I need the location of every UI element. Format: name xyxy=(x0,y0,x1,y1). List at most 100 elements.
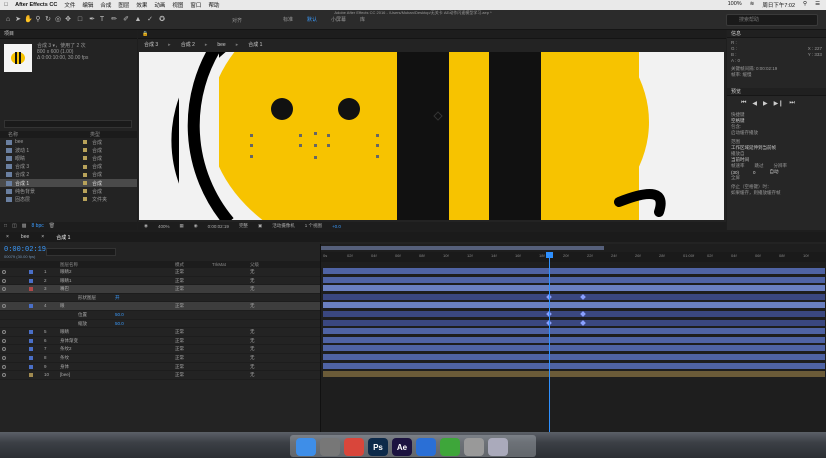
blend-mode-dropdown[interactable]: 正常 xyxy=(175,286,184,292)
layer-row[interactable]: 4 眼 正常 无 xyxy=(0,302,320,311)
roto-icon[interactable]: ✓ xyxy=(146,16,154,24)
viewer-timecode[interactable]: 0:00:02:19 xyxy=(208,224,229,229)
blend-mode-dropdown[interactable]: 正常 xyxy=(175,355,184,361)
visibility-eye-icon[interactable] xyxy=(2,304,6,309)
property-row[interactable]: 缩放 50.0 xyxy=(0,320,320,329)
clock[interactable]: 周日下午7:02 xyxy=(762,1,795,9)
layer-name[interactable]: 眼睛1 xyxy=(60,278,72,284)
comp-tab-1[interactable]: 合成 1 xyxy=(248,41,262,48)
col-trkmat[interactable]: TrkMat xyxy=(212,262,226,267)
playhead[interactable] xyxy=(549,252,550,432)
layer-name[interactable]: 眼 xyxy=(60,303,65,309)
workspace-libraries[interactable]: 库 xyxy=(360,16,365,23)
work-area-bar[interactable] xyxy=(321,246,604,250)
parent-dropdown[interactable]: 无 xyxy=(250,355,255,361)
parent-dropdown[interactable]: 无 xyxy=(250,338,255,344)
timeline-graph[interactable]: 0s 02f 04f 06f 08f 10f 12f 14f 16f 18f 20f 22f 24f 26… xyxy=(320,244,826,432)
project-panel-title[interactable]: 项目 xyxy=(0,30,137,39)
label-swatch[interactable] xyxy=(83,148,87,153)
menu-composition[interactable]: 合成 xyxy=(100,1,111,9)
layer-row[interactable]: 10 [bee] 正常 无 xyxy=(0,371,320,380)
layer-row[interactable]: 2 眼睛1 正常 无 xyxy=(0,277,320,286)
cache-checkbox[interactable]: 启动缓存播放 xyxy=(727,130,826,136)
pan-behind-icon[interactable]: ✥ xyxy=(64,16,72,24)
bpc-toggle[interactable]: 8 bpc xyxy=(32,223,44,229)
pen-icon[interactable]: ✒ xyxy=(88,16,96,24)
project-list-item[interactable]: 固态层 文件夹 xyxy=(0,195,137,203)
finder-icon[interactable] xyxy=(296,438,316,456)
project-list-item[interactable]: bee 合成 xyxy=(0,138,137,146)
blend-mode-dropdown[interactable]: 正常 xyxy=(175,372,184,378)
clone-icon[interactable]: ✐ xyxy=(122,16,130,24)
align-label[interactable]: 对齐 xyxy=(232,17,242,24)
aftereffects-icon[interactable]: Ae xyxy=(392,438,412,456)
column-type[interactable]: 类型 xyxy=(90,131,100,138)
visibility-eye-icon[interactable] xyxy=(2,270,6,274)
views-dropdown[interactable]: 1 个视图 xyxy=(305,223,322,229)
visibility-eye-icon[interactable] xyxy=(2,287,6,292)
project-list-item[interactable]: 合成 1 合成 xyxy=(0,178,137,188)
visibility-eye-icon[interactable] xyxy=(2,364,6,369)
visibility-eye-icon[interactable] xyxy=(2,278,6,283)
visibility-eye-icon[interactable] xyxy=(2,347,6,352)
parent-dropdown[interactable]: 无 xyxy=(250,329,255,335)
project-list-item[interactable]: 合成 2 合成 xyxy=(0,171,137,179)
menu-help[interactable]: 帮助 xyxy=(208,1,219,9)
zoom-icon[interactable]: ⚲ xyxy=(34,16,42,24)
layer-row[interactable]: 8 条纹 正常 无 xyxy=(0,354,320,363)
battery-indicator[interactable]: 100% xyxy=(728,1,742,9)
menu-layer[interactable]: 图层 xyxy=(118,1,129,9)
layer-label-color[interactable] xyxy=(29,355,33,360)
photoshop-icon[interactable]: Ps xyxy=(368,438,388,456)
exposure-value[interactable]: +0.0 xyxy=(332,224,341,229)
project-search-input[interactable] xyxy=(4,120,132,128)
label-swatch[interactable] xyxy=(83,164,87,169)
lock-icon[interactable]: 🔒 xyxy=(142,31,148,37)
evernote-icon[interactable] xyxy=(440,438,460,456)
preview-panel-title[interactable]: 预览 xyxy=(727,88,826,96)
project-list-item[interactable]: 合成 3 合成 xyxy=(0,163,137,171)
layer-row[interactable]: 7 条纹2 正常 无 xyxy=(0,345,320,354)
label-swatch[interactable] xyxy=(83,189,87,194)
menu-animation[interactable]: 动画 xyxy=(154,1,165,9)
home-icon[interactable]: ⌂ xyxy=(4,16,12,24)
wifi-icon[interactable]: ≋ xyxy=(750,1,755,9)
column-name[interactable]: 名称 xyxy=(8,131,90,138)
layer-duration-bar[interactable] xyxy=(323,293,825,300)
new-comp-icon[interactable]: ▩ xyxy=(22,223,27,229)
layer-label-color[interactable] xyxy=(29,270,33,274)
workspace-standard[interactable]: 标准 xyxy=(283,16,293,23)
last-frame-icon[interactable]: ⏭ xyxy=(789,100,794,107)
label-swatch[interactable] xyxy=(83,140,87,145)
timeline-tab-comp1[interactable]: 合成 1 xyxy=(56,234,70,241)
menu-window[interactable]: 窗口 xyxy=(190,1,201,9)
brush-icon[interactable]: ✏ xyxy=(110,16,118,24)
stop-option-checkbox[interactable]: 如果缓存，则播放缓存帧 xyxy=(727,190,826,196)
visibility-eye-icon[interactable] xyxy=(2,338,6,343)
layer-name[interactable]: 眼睛 xyxy=(60,329,69,335)
parent-dropdown[interactable]: 无 xyxy=(250,303,255,309)
project-list-item[interactable]: 波动 1 合成 xyxy=(0,146,137,154)
timeline-search-input[interactable] xyxy=(46,248,116,256)
blend-mode-dropdown[interactable]: 正常 xyxy=(175,338,184,344)
frame-rate-dropdown[interactable]: (30) xyxy=(731,170,739,175)
layer-row[interactable]: 6 身体渐变 正常 无 xyxy=(0,337,320,346)
project-list-item[interactable]: 纯色背景 合成 xyxy=(0,187,137,195)
label-swatch[interactable] xyxy=(83,172,87,177)
layer-duration-bar[interactable] xyxy=(323,276,825,283)
browser-icon[interactable] xyxy=(416,438,436,456)
photos-icon[interactable] xyxy=(464,438,484,456)
resolution-dropdown[interactable]: 自动 xyxy=(770,169,779,175)
property-row[interactable]: 位置 50.0 xyxy=(0,311,320,320)
blend-mode-dropdown[interactable]: 正常 xyxy=(175,278,184,284)
delete-icon[interactable]: 🗑 xyxy=(49,223,55,229)
layer-label-color[interactable] xyxy=(29,364,33,369)
parent-dropdown[interactable]: 无 xyxy=(250,346,255,352)
property-value[interactable]: 50.0 xyxy=(115,321,124,326)
blend-mode-dropdown[interactable]: 正常 xyxy=(175,269,184,275)
layer-duration-bar[interactable] xyxy=(323,311,825,317)
layer-duration-bar[interactable] xyxy=(323,285,825,292)
layer-label-color[interactable] xyxy=(29,347,33,352)
time-ruler[interactable]: 0s 02f 04f 06f 08f 10f 12f 14f 16f 18f 20f 22f 24f 26… xyxy=(321,252,826,262)
menu-file[interactable]: 文件 xyxy=(64,1,75,9)
